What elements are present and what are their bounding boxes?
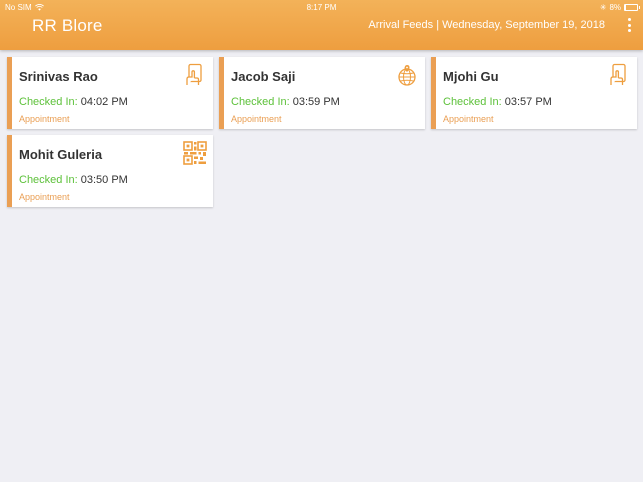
checkin-label: Checked In: (231, 96, 290, 108)
status-right: ✳ 8% (599, 3, 640, 12)
battery-percent: 8% (609, 3, 621, 12)
checkin-time: 03:59 PM (292, 96, 340, 108)
qr-code-icon (183, 141, 207, 165)
bluetooth-icon: ✳ (599, 3, 607, 12)
checkin-time: 03:50 PM (80, 174, 128, 186)
visit-type: Appointment (231, 114, 282, 124)
page-title: RR Blore (32, 16, 103, 35)
visitor-name: Mohit Guleria (19, 147, 103, 162)
menu-dot (627, 29, 631, 32)
visit-type: Appointment (443, 114, 494, 124)
checkin-label: Checked In: (19, 96, 78, 108)
arrival-card[interactable]: Mohit Guleria Checked In: 03:50 PM Appoi… (7, 135, 213, 207)
arrival-card[interactable]: Srinivas Rao Checked In: 04:02 PM Appoin… (7, 57, 213, 129)
globe-location-icon (398, 65, 416, 86)
visit-type: Appointment (19, 114, 70, 124)
arrival-card[interactable]: Mjohi Gu Checked In: 03:57 PM Appointmen… (431, 57, 637, 129)
checkin-label: Checked In: (443, 96, 502, 108)
header-subtitle: Arrival Feeds | Wednesday, September 19,… (368, 19, 605, 31)
checkin-row: Checked In: 04:02 PM (19, 96, 128, 108)
checkin-label: Checked In: (19, 174, 78, 186)
more-menu-button[interactable] (623, 16, 635, 34)
menu-dot (627, 18, 631, 21)
checkin-row: Checked In: 03:59 PM (231, 96, 340, 108)
status-bar: No SIM 8:17 PM ✳ 8% (0, 0, 643, 14)
status-time: 8:17 PM (306, 3, 337, 12)
tap-device-icon (186, 63, 202, 85)
checkin-row: Checked In: 03:50 PM (19, 174, 128, 186)
checkin-time: 04:02 PM (80, 96, 128, 108)
visitor-name: Srinivas Rao (19, 69, 98, 84)
visit-type: Appointment (19, 192, 70, 202)
checkin-row: Checked In: 03:57 PM (443, 96, 552, 108)
battery-icon (624, 4, 640, 11)
tap-device-icon (610, 63, 626, 85)
app-header: No SIM 8:17 PM ✳ 8% RR Blore Arrival Fee… (0, 0, 643, 50)
checkin-time: 03:57 PM (504, 96, 552, 108)
battery-fill (625, 5, 626, 10)
arrival-card[interactable]: Jacob Saji Checked In: 03:59 PM Appointm… (219, 57, 425, 129)
visitor-name: Jacob Saji (231, 69, 296, 84)
menu-dot (627, 23, 631, 27)
visitor-name: Mjohi Gu (443, 69, 499, 84)
